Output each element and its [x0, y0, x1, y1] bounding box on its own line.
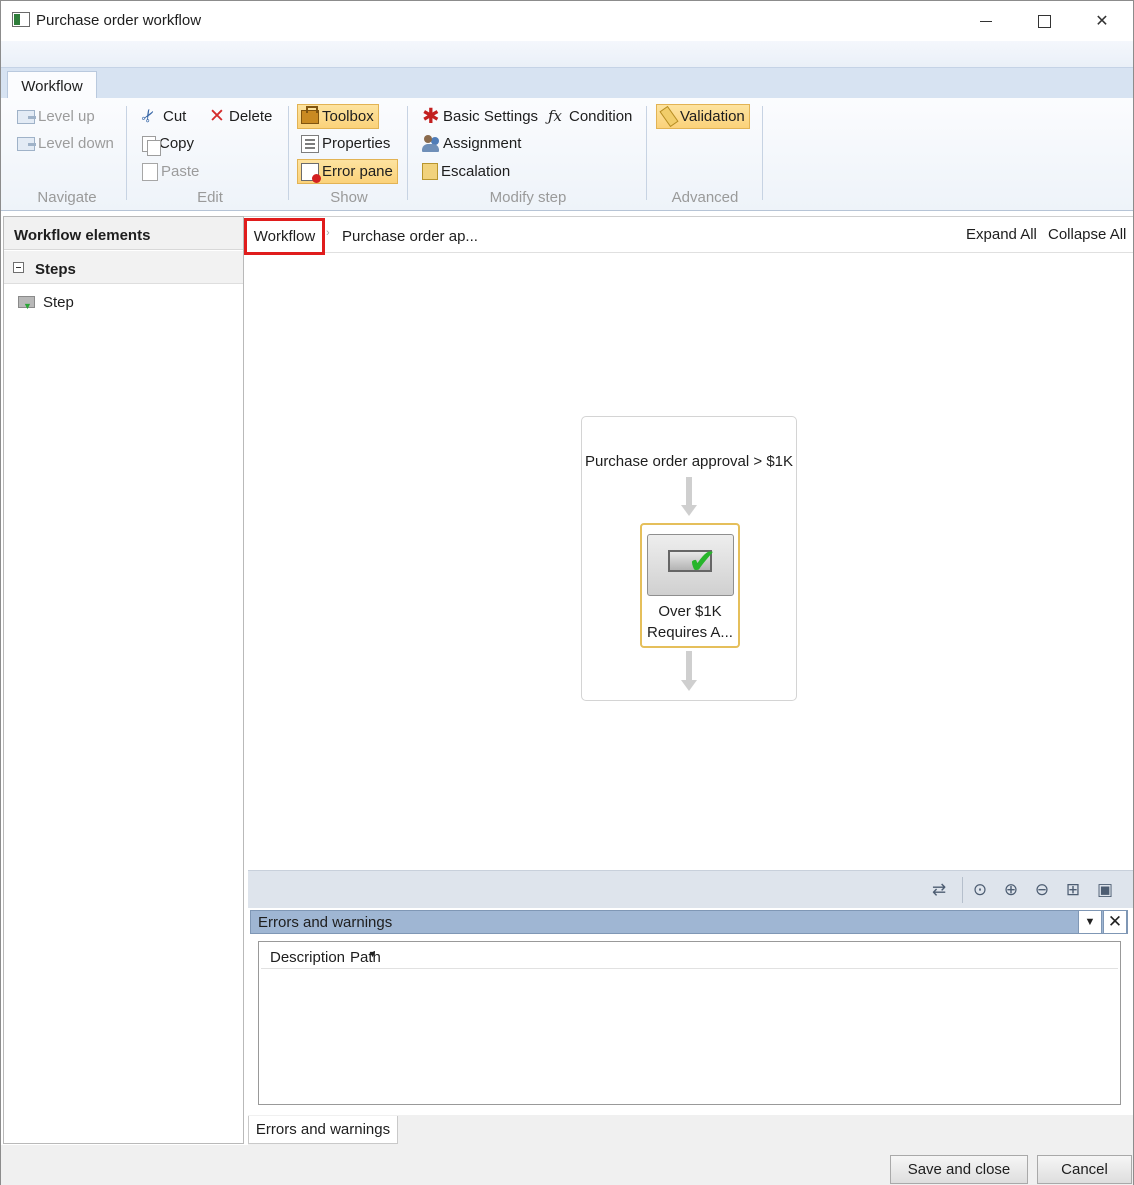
- pane-dropdown-icon[interactable]: ▼: [1078, 910, 1102, 934]
- designer-toolbar: ⇄ ⊙ ⊕ ⊖ ⊞ ▣: [248, 870, 1133, 908]
- properties-icon: [301, 134, 319, 153]
- maximize-button[interactable]: [1021, 5, 1067, 37]
- level-up-icon: [17, 109, 36, 124]
- panel-header: Workflow elements: [4, 217, 243, 250]
- cancel-button[interactable]: Cancel: [1037, 1155, 1132, 1184]
- window-title: Purchase order workflow: [36, 12, 202, 29]
- connector-icon[interactable]: ⇄: [929, 880, 949, 900]
- checkmark-icon: ✔: [688, 543, 717, 581]
- level-down-button[interactable]: Level down: [14, 131, 118, 156]
- close-window-button[interactable]: ✕: [1079, 5, 1125, 37]
- tab-workflow[interactable]: Workflow: [7, 71, 97, 101]
- ribbon-tab-bar: Workflow: [1, 67, 1133, 101]
- workflow-designer-canvas[interactable]: Workflow › Purchase order ap... Expand A…: [244, 216, 1133, 870]
- group-divider: [288, 106, 289, 200]
- copy-button[interactable]: Copy: [139, 131, 198, 156]
- app-icon: [12, 12, 30, 27]
- group-label-show: Show: [330, 189, 368, 206]
- validation-button[interactable]: Validation: [656, 104, 750, 129]
- toolbox-button[interactable]: Toolbox: [297, 104, 379, 129]
- errors-grid: Description Path ▼: [258, 941, 1121, 1105]
- level-down-icon: [17, 136, 36, 151]
- toolbox-icon: [301, 105, 319, 124]
- toolbox-item-step[interactable]: Step: [18, 291, 74, 313]
- collapse-icon[interactable]: [13, 262, 24, 273]
- function-icon: [548, 107, 566, 126]
- flow-arrow: [681, 477, 697, 516]
- group-divider: [126, 106, 127, 200]
- escalation-button[interactable]: Escalation: [419, 159, 514, 184]
- pane-tab-strip: Errors and warnings: [248, 1115, 1133, 1145]
- expand-all-link[interactable]: Expand All: [966, 226, 1037, 243]
- delete-button[interactable]: Delete: [205, 104, 276, 129]
- zoom-select-icon[interactable]: ⊙: [970, 880, 990, 900]
- pane-close-icon[interactable]: ✕: [1103, 910, 1127, 934]
- group-label-modify-step: Modify step: [489, 189, 567, 206]
- errors-pane-header: Errors and warnings: [250, 910, 1128, 934]
- workflow-title: Purchase order approval > $1K: [584, 453, 794, 470]
- asterisk-icon: [422, 104, 440, 129]
- ribbon-top-strip: [1, 41, 1133, 67]
- approval-step-icon: ✔: [647, 534, 734, 596]
- dialog-footer: Save and close Cancel: [1, 1145, 1133, 1185]
- scissors-icon: [142, 108, 160, 126]
- breadcrumb-purchase-order[interactable]: Purchase order ap...: [342, 228, 478, 245]
- breadcrumb-workflow[interactable]: Workflow: [244, 218, 325, 255]
- toolbar-divider: [962, 877, 963, 903]
- title-bar: Purchase order workflow ✕: [1, 1, 1133, 41]
- paste-button[interactable]: Paste: [139, 159, 203, 184]
- workflow-container[interactable]: Purchase order approval > $1K ✔ Over $1K…: [581, 416, 797, 701]
- group-label-navigate: Navigate: [37, 189, 97, 206]
- group-divider: [407, 106, 408, 200]
- workflow-elements-panel: Workflow elements Steps Step: [3, 216, 244, 1144]
- condition-button[interactable]: Condition: [545, 104, 636, 129]
- copy-icon: [142, 135, 161, 156]
- properties-button[interactable]: Properties: [298, 131, 394, 156]
- group-divider: [762, 106, 763, 200]
- breadcrumb: Workflow › Purchase order ap... Expand A…: [244, 217, 1133, 255]
- group-label-advanced: Advanced: [671, 189, 739, 206]
- ribbon-body: Level up Level down Navigate Cut Delete …: [1, 98, 1133, 211]
- zoom-in-icon[interactable]: ⊕: [1001, 880, 1021, 900]
- step-icon: [18, 296, 35, 311]
- sort-arrow-icon: ▼: [368, 949, 377, 959]
- step-node[interactable]: ✔ Over $1K Requires A...: [640, 523, 740, 648]
- errors-and-warnings-pane: Errors and warnings ▼ ✕ Description Path…: [248, 908, 1133, 1115]
- save-and-close-button[interactable]: Save and close: [890, 1155, 1028, 1184]
- validation-icon: [659, 105, 679, 128]
- fit-to-screen-icon[interactable]: ⊞: [1063, 880, 1083, 900]
- delete-x-icon: [208, 105, 226, 128]
- users-icon: [422, 134, 440, 153]
- group-label-edit: Edit: [197, 189, 223, 206]
- step-label: Over $1K Requires A...: [647, 603, 733, 641]
- errors-grid-header: Description Path ▼: [261, 944, 1118, 969]
- error-pane-button[interactable]: Error pane: [297, 159, 398, 184]
- group-divider: [646, 106, 647, 200]
- steps-section-header[interactable]: Steps: [4, 251, 243, 284]
- paste-icon: [142, 162, 158, 181]
- zoom-out-icon[interactable]: ⊖: [1032, 880, 1052, 900]
- error-pane-icon: [301, 162, 321, 183]
- collapse-all-link[interactable]: Collapse All: [1048, 226, 1126, 243]
- cut-button[interactable]: Cut: [139, 104, 190, 129]
- column-description[interactable]: Description: [270, 949, 345, 966]
- level-up-button[interactable]: Level up: [14, 104, 99, 129]
- minimize-button[interactable]: [963, 5, 1009, 37]
- assignment-button[interactable]: Assignment: [419, 131, 525, 156]
- workflow-editor-window: Purchase order workflow ✕ Workflow Level…: [0, 0, 1134, 1185]
- escalation-icon: [422, 163, 438, 180]
- basic-settings-button[interactable]: Basic Settings: [419, 104, 542, 129]
- breadcrumb-separator: ›: [326, 227, 330, 239]
- flow-arrow: [681, 651, 697, 691]
- actual-size-icon[interactable]: ▣: [1095, 880, 1115, 900]
- tab-errors-and-warnings[interactable]: Errors and warnings: [248, 1116, 398, 1144]
